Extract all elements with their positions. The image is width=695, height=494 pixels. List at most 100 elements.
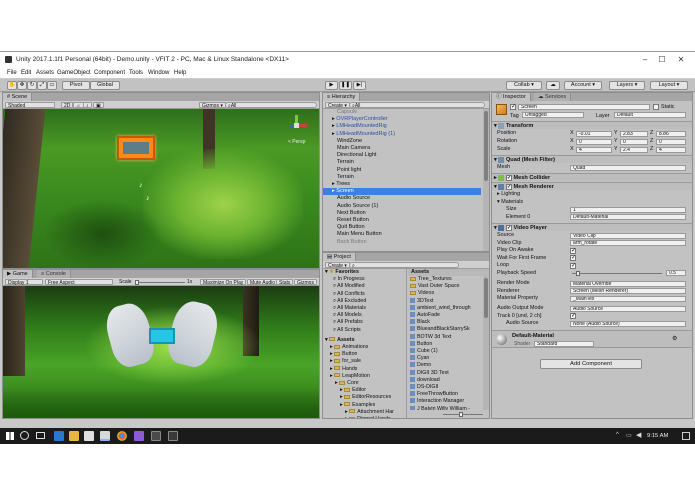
scene-viewport[interactable]: < Persp ♪ ♪ [3,109,319,268]
tab-console[interactable]: ≡ Console [37,270,71,278]
folder-item[interactable]: ▸ Button [330,351,357,358]
speed-slider[interactable] [572,270,662,276]
hierarchy-item[interactable]: ▸ Screen [323,188,481,196]
favorites-item[interactable]: ⌕ All Excluded [333,298,366,305]
scene-gizmo-axes[interactable] [286,115,308,135]
render-mode-dropdown[interactable]: Material Override [570,280,686,287]
game-gizmos-dropdown[interactable]: Gizmos [294,279,317,286]
pause-button[interactable]: ❚❚ [339,81,352,90]
hierarchy-item[interactable]: Terrain [323,159,481,166]
materials-foldout[interactable]: ▾ Materials [492,199,692,206]
layer-dropdown[interactable]: Default [614,112,686,118]
unity-taskbar-icon[interactable] [100,431,110,441]
mesh-field[interactable]: Quad [570,164,686,171]
2d-toggle[interactable]: 2D [61,102,74,109]
scale-tool-button[interactable]: ⤢ [37,81,47,90]
material-prop-dropdown[interactable]: _MainTex [570,295,686,302]
active-checkbox[interactable]: ✓ [510,104,516,110]
lighting-foldout[interactable]: ▸ Lighting [492,191,692,198]
maximize-icon[interactable]: ☐ [655,54,669,66]
edge-icon[interactable] [54,431,64,441]
notifications-icon[interactable] [682,432,690,440]
hierarchy-item[interactable]: Main Camera [323,145,481,152]
visual-studio-icon[interactable] [134,431,144,441]
menu-component[interactable]: Component [94,70,125,76]
folder-item[interactable]: ▸ Hands [330,366,357,373]
asset-item[interactable]: AutoFade [410,312,482,319]
asset-item[interactable]: ambient_wind_through [410,305,482,312]
account-button[interactable]: Account ▾ [564,81,602,90]
mesh-renderer-checkbox[interactable]: ✓ [505,183,512,190]
hierarchy-item[interactable]: Capsule [323,109,481,116]
menu-edit[interactable]: Edit [21,70,31,76]
favorites-item[interactable]: ⌕ All Models [333,312,362,319]
project-files-scrollbar[interactable] [483,276,489,410]
app-icon[interactable] [168,431,178,441]
asset-item[interactable]: DS-DIGII [410,384,482,391]
rotate-tool-button[interactable]: ↻ [27,81,37,90]
asset-item[interactable]: Interaction Manager [410,398,482,405]
folder-item[interactable]: ▸ Editor [340,387,366,394]
favorites-item[interactable]: ⌕ All Modified [333,283,365,290]
asset-item[interactable]: FreeThrowButton [410,391,482,398]
app-icon[interactable] [151,431,161,441]
hierarchy-item[interactable]: Main Menu Button [323,231,481,238]
lighting-toggle[interactable]: ☼ [73,102,84,109]
tab-inspector[interactable]: ⓘ Inspector [492,93,531,101]
audio-source-field[interactable]: None (Audio Source) [570,320,686,327]
favorites-header[interactable]: ▾ ★ Favorites [325,269,359,276]
hierarchy-search-input[interactable]: ⌕All [349,102,485,109]
project-create-button[interactable]: Create ▾ [325,262,350,269]
scale-z-field[interactable]: 4 [656,146,686,153]
shading-dropdown[interactable]: Shaded [5,102,55,109]
position-z-field[interactable]: 8.86 [656,130,686,137]
cloud-button[interactable]: ☁ [546,81,560,90]
pivot-toggle[interactable]: Pivot [62,81,90,90]
asset-item[interactable]: Cyan [410,355,482,362]
folder-item[interactable]: ▸ Core [335,380,359,387]
hierarchy-item[interactable]: Reset Button [323,217,481,224]
asset-item[interactable]: download [410,377,482,384]
folder-item[interactable]: ▸ Rigged Hands [345,416,391,418]
speed-slider-handle[interactable] [576,270,581,276]
store-icon[interactable] [84,431,94,441]
asset-item[interactable]: J Balvin Willy William - [410,406,482,410]
menu-help[interactable]: Help [174,70,186,76]
audio-toggle[interactable]: ♪ [83,102,92,109]
hierarchy-item[interactable]: Terrain [323,174,481,181]
close-icon[interactable]: ✕ [674,54,688,66]
asset-item[interactable]: Black [410,319,482,326]
aspect-dropdown[interactable]: Free Aspect [45,279,113,286]
tab-hierarchy[interactable]: ≡ Hierarchy [323,93,361,101]
material-settings-icon[interactable]: ⚙ [672,335,677,342]
asset-item[interactable]: 3DText [410,298,482,305]
asset-item[interactable]: Cube (1) [410,348,482,355]
folder-item[interactable]: ▸ Attachment Har [345,409,394,416]
shader-dropdown[interactable]: Standard [534,340,594,347]
menu-gameobject[interactable]: GameObject [57,70,91,76]
rotation-y-field[interactable]: 0 [620,138,648,145]
mesh-filter-header[interactable]: ▾ Quad (Mesh Filter) [492,155,692,163]
asset-item[interactable]: Videos [410,290,482,297]
renderer-field[interactable]: Screen (Mesh Renderer) [570,288,686,295]
project-zoom-slider[interactable] [443,412,483,417]
hierarchy-item[interactable]: WindZone [323,138,481,145]
network-icon[interactable]: ▭ [626,432,632,439]
element0-field[interactable]: Default-Material [570,214,686,221]
hierarchy-item[interactable]: ▸ Trees [323,181,481,188]
taskbar-clock[interactable]: 9:15 AM [647,433,668,439]
favorites-item[interactable]: ⌕ In Progress [333,276,365,283]
project-search-input[interactable]: ⌕ [349,262,459,269]
tag-dropdown[interactable]: Untagged [522,112,584,118]
game-viewport[interactable] [3,286,319,418]
cortana-icon[interactable] [20,431,29,440]
asset-item[interactable]: BlueandBlackStarrySk [410,326,482,333]
folder-item[interactable]: ▸ Examples [340,402,375,409]
menu-file[interactable]: File [7,70,17,76]
step-button[interactable]: ▶| [353,81,366,90]
stats-toggle[interactable]: Stats [276,279,294,286]
hierarchy-scroll-thumb[interactable] [484,111,488,181]
hierarchy-item[interactable]: Audio Source [323,195,481,202]
asset-item[interactable]: Tree_Textures [410,276,482,283]
mute-audio-toggle[interactable]: Mute Audio [247,279,279,286]
